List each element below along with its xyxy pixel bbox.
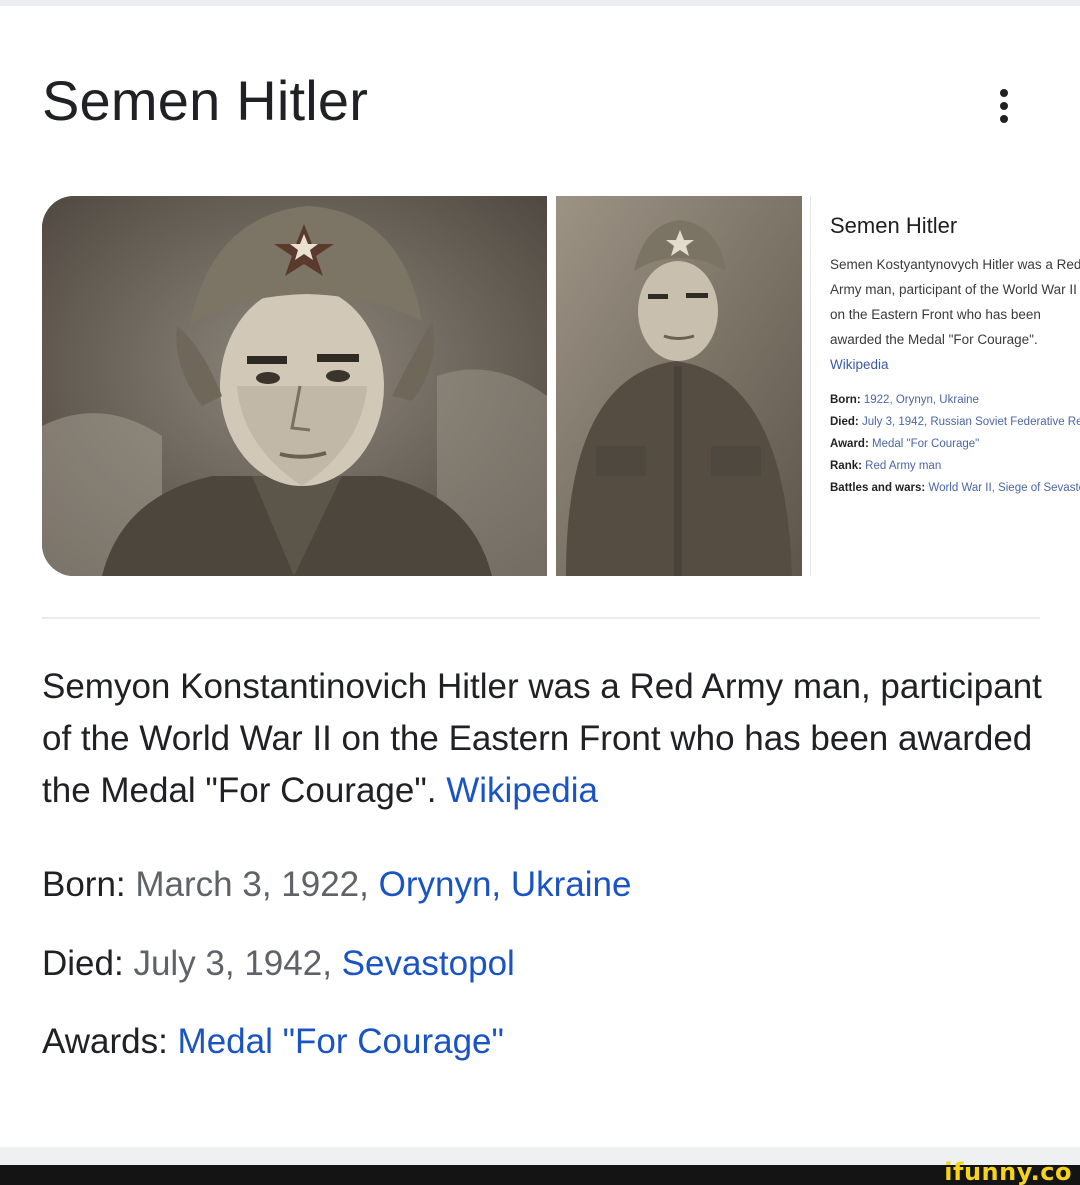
wikipedia-snippet-card[interactable]: Semen Hitler Semen Kostyantynovych Hitle… [810,196,1080,576]
fact-born: Born: March 3, 1922, Orynyn, Ukraine [42,863,631,907]
bottom-spacer [0,1147,1080,1165]
summary-paragraph: Semyon Konstantinovich Hitler was a Red … [42,661,1042,817]
fact-label: Born: [42,865,126,904]
image-carousel: Semen Hitler Semen Kostyantynovych Hitle… [42,196,1080,576]
portrait-photo-2[interactable] [556,196,802,576]
snippet-fact-label: Rank: [830,460,862,472]
divider [42,617,1040,619]
snippet-title: Semen Hitler [830,213,958,238]
snippet-fact-row: Rank: Red Army man [830,455,1080,477]
award-link[interactable]: Medal "For Courage" [178,1022,504,1061]
snippet-facts: Born: 1922, Orynyn, Ukraine Died: July 3… [830,389,1080,499]
deathplace-link[interactable]: Sevastopol [342,944,515,983]
fact-label: Died: [42,944,124,983]
snippet-fact-row: Born: 1922, Orynyn, Ukraine [830,389,1080,411]
snippet-fact-label: Died: [830,416,859,428]
summary-source-link[interactable]: Wikipedia [446,771,598,810]
fact-died: Died: July 3, 1942, Sevastopol [42,942,515,986]
snippet-fact-value: 1922, Orynyn, Ukraine [863,394,979,406]
fact-awards: Awards: Medal "For Courage" [42,1020,504,1064]
snippet-fact-row: Battles and wars: World War II, Siege of… [830,477,1080,499]
snippet-fact-value: World War II, Siege of Sevastopol [928,482,1080,494]
snippet-source-link[interactable]: Wikipedia [830,357,889,372]
snippet-fact-value: Red Army man [865,460,942,472]
watermark-logo: ifunny.co [944,1158,1072,1185]
snippet-description: Semen Kostyantynovych Hitler was a Red A… [830,252,1080,377]
fact-value: March 3, 1922, [135,865,369,904]
watermark-bar [0,1165,1080,1185]
snippet-fact-value: July 3, 1942, Russian Soviet Federative … [861,416,1080,428]
snippet-description-text: Semen Kostyantynovych Hitler was a Red A… [830,257,1080,347]
top-border [0,0,1080,6]
fact-value: July 3, 1942, [133,944,332,983]
snippet-fact-row: Died: July 3, 1942, Russian Soviet Feder… [830,411,1080,433]
dot [1000,115,1008,123]
snippet-fact-label: Award: [830,438,869,450]
more-vert-icon[interactable] [982,84,1026,128]
page-title: Semen Hitler [42,69,369,132]
snippet-fact-row: Award: Medal "For Courage" [830,433,1080,455]
dot [1000,102,1008,110]
fact-label: Awards: [42,1022,168,1061]
snippet-fact-label: Born: [830,394,861,406]
snippet-fact-label: Battles and wars: [830,482,926,494]
birthplace-link[interactable]: Orynyn, Ukraine [379,865,632,904]
snippet-fact-value: Medal "For Courage" [871,438,980,450]
dot [1000,89,1008,97]
portrait-photo-1[interactable] [42,196,547,576]
